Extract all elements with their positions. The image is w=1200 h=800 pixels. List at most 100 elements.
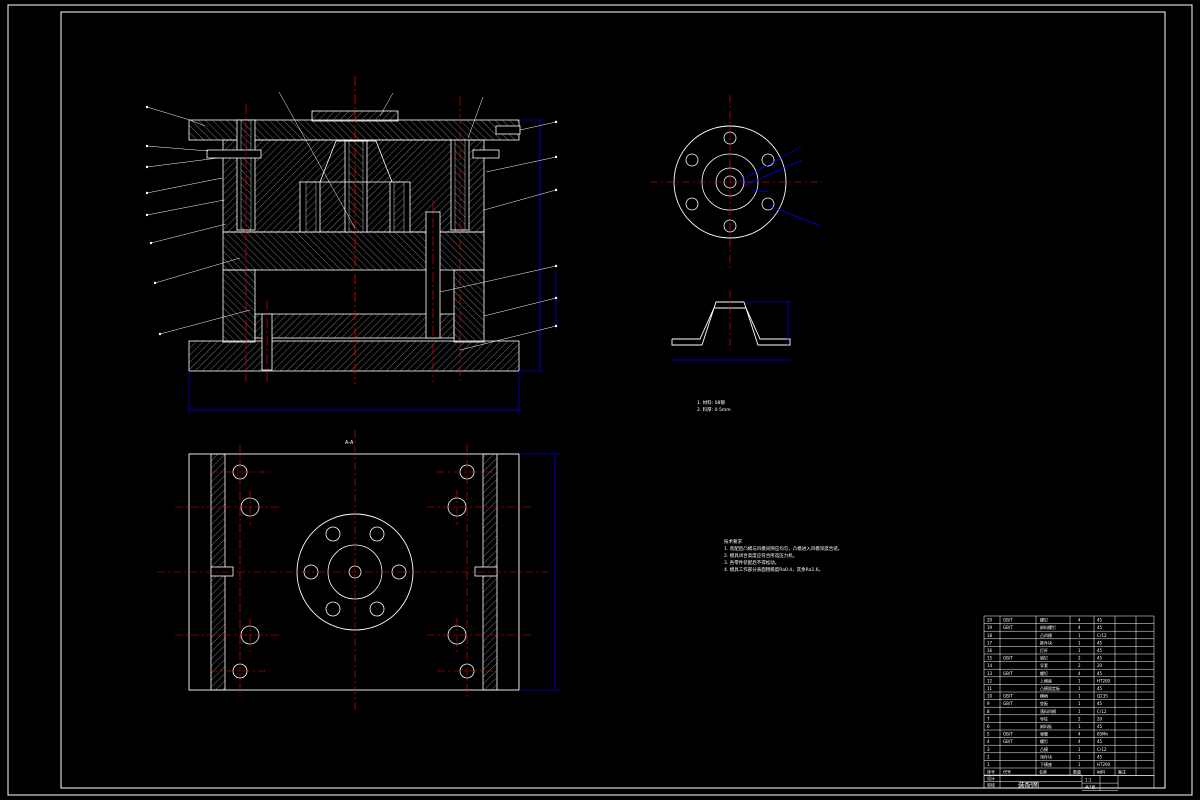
parts-cell: GB/T <box>1003 625 1013 630</box>
parts-cell: 弹簧 <box>1040 731 1048 737</box>
part-drawing: 1. 材料: 08钢 2. 料厚: 0.5mm <box>650 95 822 413</box>
parts-cell: 11 <box>987 686 993 691</box>
parts-cell: 销钉 <box>1040 655 1048 661</box>
parts-cell: 3 <box>987 747 990 752</box>
parts-cell: 7 <box>987 716 990 721</box>
parts-cell: 落料凹模 <box>1040 708 1056 714</box>
parts-cell: 5 <box>987 732 990 737</box>
parts-cell: 45 <box>1097 724 1103 729</box>
parts-cell: 1 <box>1078 633 1081 638</box>
parts-cell: 4 <box>1078 625 1081 630</box>
part-note-1: 1. 材料: 08钢 <box>697 399 725 406</box>
parts-cell: 卸料螺钉 <box>1040 624 1056 630</box>
parts-cell: 16 <box>987 648 993 653</box>
tech-req-line-3: 3. 各零件装配后不得松动。 <box>724 559 779 566</box>
parts-cell: GB/T <box>1003 694 1013 699</box>
parts-cell: GB/T <box>1003 701 1013 706</box>
parts-header-cell: 代号 <box>1003 769 1011 775</box>
parts-cell: GB/T <box>1003 671 1013 676</box>
parts-cell: 1 <box>1078 747 1081 752</box>
parts-cell: 4 <box>1078 732 1081 737</box>
parts-cell: 45 <box>1097 618 1103 623</box>
parts-cell: 凸凹模 <box>1040 632 1052 638</box>
parts-cell: 65Mn <box>1097 732 1109 737</box>
parts-cell: 17 <box>987 640 993 645</box>
plan-view: A-A <box>157 430 560 712</box>
parts-cell: 模柄 <box>1040 693 1048 699</box>
parts-cell: Cr12 <box>1097 747 1107 752</box>
parts-cell: Cr12 <box>1097 709 1107 714</box>
parts-header-cell: 数量 <box>1073 769 1081 775</box>
sheet-label: 共1张 <box>1085 784 1096 790</box>
parts-cell: 45 <box>1097 686 1103 691</box>
parts-cell: 凸模 <box>1040 746 1048 752</box>
parts-cell: 45 <box>1097 656 1103 661</box>
tech-req-line-1: 1. 装配后凸模与凹模间隙应均匀，凸模进入凹模深度合适。 <box>724 545 842 552</box>
parts-cell: 上模座 <box>1040 677 1052 683</box>
tech-req-heading: 技术要求 <box>724 538 742 545</box>
parts-cell: 螺钉 <box>1040 738 1048 744</box>
sign-row-review: 审核 <box>987 782 995 788</box>
parts-cell: GB/T <box>1003 656 1013 661</box>
parts-cell: 4 <box>987 739 990 744</box>
parts-cell: 45 <box>1097 701 1103 706</box>
parts-cell: HT200 <box>1097 678 1111 683</box>
parts-cell: 导柱 <box>1040 715 1048 721</box>
parts-cell: 10 <box>987 694 993 699</box>
parts-cell: 推件块 <box>1040 639 1052 645</box>
parts-cell: 1 <box>1078 686 1081 691</box>
parts-cell: 螺钉 <box>1040 670 1048 676</box>
parts-cell: 9 <box>987 701 990 706</box>
parts-cell: HT200 <box>1097 762 1111 767</box>
parts-cell: 1 <box>1078 648 1081 653</box>
outer-border <box>7 4 1193 796</box>
scale-value: 1:1 <box>1085 778 1092 783</box>
parts-cell: 45 <box>1097 754 1103 759</box>
tech-requirements: 技术要求 1. 装配后凸模与凹模间隙应均匀，凸模进入凹模深度合适。 2. 模具闭… <box>724 538 842 573</box>
parts-cell: 4 <box>1078 618 1081 623</box>
parts-cell: 4 <box>1078 739 1081 744</box>
parts-cell: 1 <box>1078 701 1081 706</box>
parts-cell: 6 <box>987 724 990 729</box>
parts-cell: 8 <box>987 709 990 714</box>
parts-cell: Q235 <box>1097 694 1108 699</box>
parts-cell: 19 <box>987 625 993 630</box>
parts-cell: 20 <box>987 618 993 623</box>
parts-cell: 4 <box>1078 671 1081 676</box>
parts-cell: 45 <box>1097 739 1103 744</box>
parts-cell: 1 <box>1078 709 1081 714</box>
title-block: 20 GB/T 螺钉 4 4519 GB/T 卸料螺钉 4 4518 凸凹模 1 Cr1217 推件块 1… <box>983 615 1155 791</box>
parts-cell: 20 <box>1097 663 1103 668</box>
parts-cell: 1 <box>1078 694 1081 699</box>
parts-cell: 1 <box>1078 640 1081 645</box>
parts-cell: 2 <box>1078 663 1081 668</box>
parts-cell: 15 <box>987 656 993 661</box>
parts-cell: 1 <box>1078 754 1081 759</box>
parts-cell: 顶件块 <box>1040 753 1052 759</box>
parts-cell: 卸料板 <box>1040 723 1052 729</box>
drawing-name: 装配图 <box>1018 781 1039 790</box>
parts-cell: 1 <box>1078 762 1081 767</box>
parts-cell: 12 <box>987 678 993 683</box>
parts-cell: Cr12 <box>1097 633 1107 638</box>
parts-cell: 垫板 <box>1040 700 1048 706</box>
parts-cell: GB/T <box>1003 618 1013 623</box>
parts-cell: 导套 <box>1040 662 1048 668</box>
parts-header-cell: 材料 <box>1097 769 1105 775</box>
parts-cell: 螺钉 <box>1040 617 1048 623</box>
section-label: A-A <box>345 440 354 446</box>
parts-header-cell: 备注 <box>1118 769 1126 775</box>
parts-header-cell: 序号 <box>987 769 995 775</box>
parts-cell: 45 <box>1097 640 1103 645</box>
parts-cell: 45 <box>1097 625 1103 630</box>
parts-cell: 下模座 <box>1040 761 1052 767</box>
parts-cell: 13 <box>987 671 993 676</box>
parts-cell: 1 <box>987 762 990 767</box>
front-section-view <box>145 76 558 414</box>
parts-cell: 2 <box>1078 716 1081 721</box>
parts-cell: 凸模固定板 <box>1040 685 1060 691</box>
parts-cell: 2 <box>1078 656 1081 661</box>
parts-header-cell: 名称 <box>1039 769 1047 775</box>
drawing-sheet: A-A 1. 材料: 08钢 2. 料厚: 0.5mm 技术要求 1. 装配后凸… <box>7 4 1193 796</box>
parts-cell: 18 <box>987 633 993 638</box>
